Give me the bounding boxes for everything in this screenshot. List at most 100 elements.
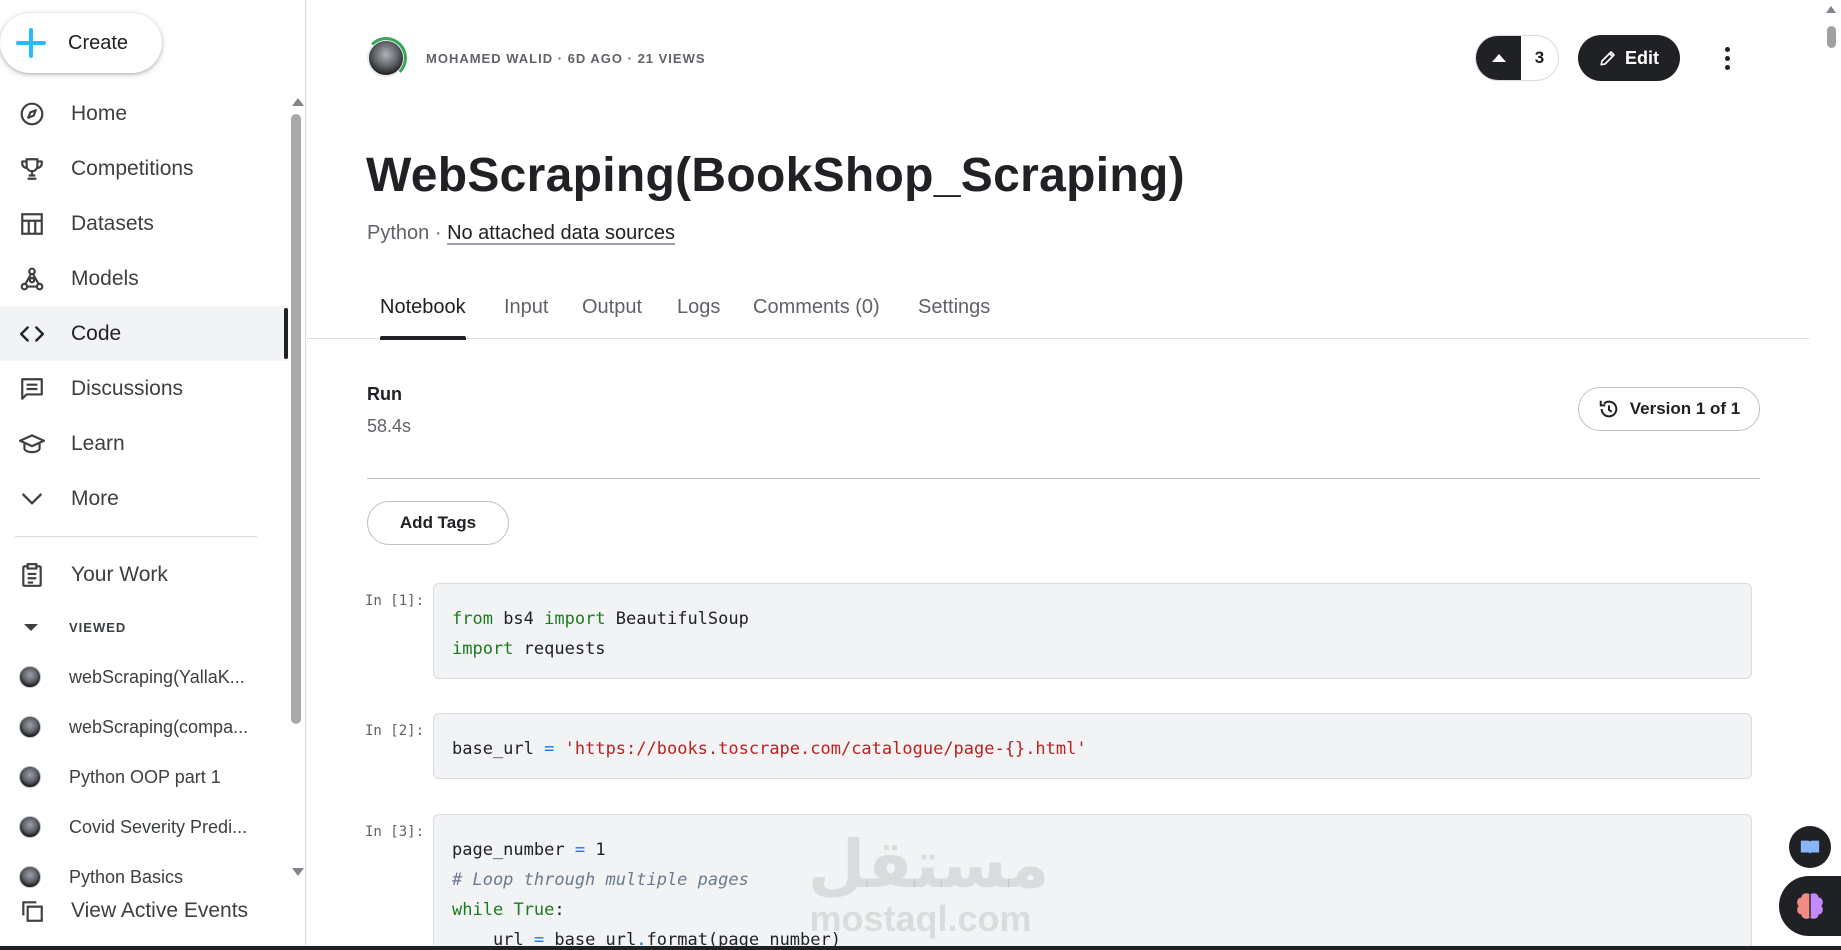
scrollbar-thumb[interactable] — [291, 114, 301, 724]
sidebar-item-label: Competitions — [71, 156, 194, 180]
viewed-heading: VIEWED — [69, 619, 127, 635]
edit-button[interactable]: Edit — [1578, 35, 1680, 81]
trophy-icon — [17, 154, 47, 184]
list-item[interactable]: Covid Severity Predi... — [0, 802, 288, 852]
tab-input[interactable]: Input — [504, 296, 548, 339]
list-item[interactable]: webScraping(compa... — [0, 702, 288, 752]
sidebar-item-datasets[interactable]: Datasets — [0, 196, 288, 251]
notebook-thumbnail — [19, 716, 41, 738]
models-icon — [17, 264, 47, 294]
notebook-thumbnail — [19, 666, 41, 688]
sidebar-item-label: Code — [71, 321, 122, 345]
chevron-down-icon — [17, 484, 47, 514]
sidebar-item-label: Your Work — [71, 562, 168, 586]
notebook-meta: MOHAMED WALID · 6D AGO · 21 VIEWS — [426, 51, 706, 66]
sidebar-item-models[interactable]: Models — [0, 251, 288, 306]
tab-notebook[interactable]: Notebook — [380, 296, 466, 340]
progress-ring — [365, 37, 407, 79]
code-editor[interactable]: from bs4 import BeautifulSoup import req… — [433, 583, 1752, 679]
active-events-label: View Active Events — [71, 899, 249, 922]
bottom-edge — [0, 946, 1841, 950]
data-sources-link[interactable]: No attached data sources — [447, 222, 675, 244]
caret-down-icon — [24, 623, 38, 631]
page-scrollbar[interactable] — [1822, 0, 1841, 950]
comment-icon — [17, 374, 47, 404]
tab-logs[interactable]: Logs — [677, 296, 720, 339]
upvote-control: 3 — [1475, 35, 1559, 81]
book-icon[interactable] — [1789, 826, 1831, 868]
sidebar-item-label: More — [71, 486, 119, 510]
sidebar-item-competitions[interactable]: Competitions — [0, 141, 288, 196]
scroll-up-arrow-icon[interactable] — [1826, 6, 1836, 13]
version-label: Version 1 of 1 — [1629, 399, 1741, 418]
notebook-thumbnail — [19, 816, 41, 838]
viewed-item-label: webScraping(compa... — [69, 716, 249, 737]
separator: · — [434, 222, 442, 244]
arrow-up-icon — [1491, 54, 1506, 62]
sidebar-your-work: Your Work — [0, 547, 288, 602]
watermark-latin: mostaql.com — [809, 898, 1032, 939]
sidebar-item-home[interactable]: Home — [0, 86, 288, 141]
code-editor[interactable]: page_number = 1 # Loop through multiple … — [433, 814, 1752, 950]
copy-icon — [17, 896, 47, 926]
upvote-button[interactable] — [1476, 36, 1521, 80]
code-icon — [17, 319, 47, 349]
notebook-tabs: Notebook Input Output Logs Comments (0) … — [307, 290, 1809, 340]
sidebar-scrollbar[interactable] — [289, 92, 305, 882]
code-editor[interactable]: base_url = 'https://books.toscrape.com/c… — [433, 713, 1752, 779]
edit-label: Edit — [1625, 47, 1659, 68]
tab-comments[interactable]: Comments (0) — [753, 296, 880, 339]
run-time: 58.4s — [367, 416, 412, 436]
viewed-list: webScraping(YallaK... webScraping(compa.… — [0, 652, 288, 902]
list-item[interactable]: Python OOP part 1 — [0, 752, 288, 802]
avatar[interactable] — [365, 37, 407, 79]
viewed-section-toggle[interactable]: VIEWED — [0, 612, 126, 642]
vote-count: 3 — [1534, 48, 1545, 67]
list-item[interactable]: webScraping(YallaK... — [0, 652, 288, 702]
sidebar-item-label: Learn — [71, 431, 125, 455]
school-icon — [17, 429, 47, 459]
history-icon — [1599, 400, 1618, 418]
cell-prompt: In [1]: — [365, 593, 425, 609]
main-content: MOHAMED WALID · 6D AGO · 21 VIEWS 3 Edit… — [307, 0, 1821, 950]
clipboard-icon — [17, 560, 47, 590]
create-button[interactable]: Create — [0, 13, 162, 73]
tab-settings[interactable]: Settings — [918, 296, 990, 339]
tab-output[interactable]: Output — [582, 296, 642, 339]
pencil-icon — [1600, 51, 1615, 66]
section-divider — [367, 478, 1760, 479]
sidebar-item-label: Discussions — [71, 376, 184, 400]
notebook-thumbnail — [19, 766, 41, 788]
sidebar-item-learn[interactable]: Learn — [0, 416, 288, 471]
language-label: Python — [367, 222, 430, 244]
sidebar-nav: Home Competitions Datasets Models Code D… — [0, 86, 288, 526]
sidebar-item-more[interactable]: More — [0, 471, 288, 526]
notebook-subtitle: Python · No attached data sources — [367, 222, 675, 245]
watermark-arabic: مستقل — [808, 826, 1050, 903]
viewed-item-label: Covid Severity Predi... — [69, 816, 248, 837]
view-active-events-link[interactable]: View Active Events — [0, 893, 290, 929]
notebook-thumbnail — [19, 866, 41, 888]
cell-prompt: In [3]: — [365, 824, 425, 840]
sidebar-item-label: Home — [71, 101, 128, 125]
add-tags-button[interactable]: Add Tags — [367, 501, 509, 545]
cell-prompt: In [2]: — [365, 723, 425, 739]
more-options-icon[interactable] — [1712, 42, 1742, 74]
scrollbar-thumb[interactable] — [1827, 26, 1836, 48]
brain-icon[interactable] — [1779, 876, 1841, 936]
run-label: Run — [367, 384, 402, 404]
compass-icon — [17, 99, 47, 129]
scroll-up-arrow-icon[interactable] — [292, 98, 304, 106]
plus-icon — [14, 26, 48, 60]
sidebar-item-discussions[interactable]: Discussions — [0, 361, 288, 416]
viewed-item-label: Python OOP part 1 — [69, 766, 221, 787]
sidebar-item-code[interactable]: Code — [0, 306, 288, 361]
version-button[interactable]: Version 1 of 1 — [1578, 387, 1760, 431]
table-icon — [17, 209, 47, 239]
viewed-item-label: Python Basics — [69, 866, 184, 887]
create-label: Create — [68, 31, 129, 54]
scroll-down-arrow-icon[interactable] — [292, 868, 304, 876]
sidebar-item-your-work[interactable]: Your Work — [0, 547, 288, 602]
sidebar: Create Home Competitions Datasets Models — [0, 0, 306, 950]
sidebar-item-label: Models — [71, 266, 139, 290]
